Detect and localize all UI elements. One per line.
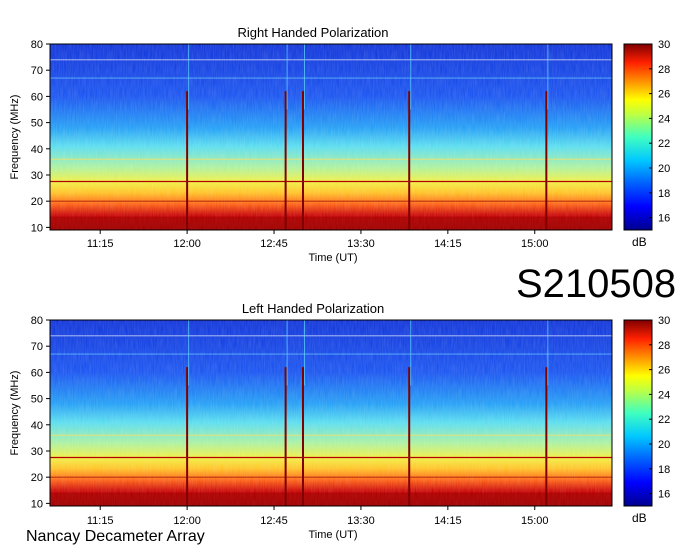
colorbar-tick-label: 30: [658, 315, 670, 327]
colorbar-tick-label: 30: [658, 39, 670, 51]
x-tick-label: 12:45: [260, 238, 288, 250]
y-tick-label: 30: [31, 446, 43, 458]
colorbar-unit: dB: [632, 511, 647, 525]
colorbar-tick-label: 24: [658, 389, 670, 401]
x-tick-label: 11:15: [87, 238, 114, 250]
y-tick-label: 80: [31, 315, 43, 327]
colorbar-tick-label: 26: [658, 365, 670, 377]
x-tick-label: 11:15: [87, 515, 114, 527]
x-tick-label: 15:00: [521, 238, 549, 250]
y-tick-label: 20: [31, 196, 43, 208]
colorbar-tick-label: 18: [658, 464, 670, 476]
y-tick-label: 60: [31, 91, 43, 103]
y-axis-label: Frequency (MHz): [9, 371, 21, 456]
x-tick-label: 12:00: [173, 515, 201, 527]
low-frequency-band: [50, 216, 612, 230]
y-tick-label: 60: [31, 367, 43, 379]
y-tick-label: 10: [31, 222, 43, 234]
y-tick-label: 50: [31, 118, 43, 130]
x-tick-label: 12:45: [260, 515, 288, 527]
colorbar-tick-label: 18: [658, 188, 670, 200]
colorbar-tick-label: 26: [658, 89, 670, 101]
instrument-label: Nancay Decameter Array: [26, 528, 205, 545]
colorbar-tick-label: 28: [658, 64, 670, 76]
colorbar-tick-label: 28: [658, 340, 670, 352]
y-tick-label: 20: [31, 472, 43, 484]
observation-id: S210508: [516, 262, 677, 306]
colorbar-tick-label: 24: [658, 113, 670, 125]
x-tick-label: 13:30: [347, 238, 375, 250]
left-polarization-panel: Left Handed Polarization 10 20 30 40 50 60 70 80…: [9, 301, 670, 541]
y-tick-label: 70: [31, 341, 43, 353]
colorbar-tick-label: 20: [658, 163, 670, 175]
low-frequency-band: [50, 492, 612, 506]
x-tick-label: 13:30: [347, 515, 375, 527]
chart-title: Right Handed Polarization: [237, 25, 388, 40]
y-tick-label: 10: [31, 498, 43, 510]
colorbar-tick-label: 22: [658, 138, 670, 150]
y-tick-label: 70: [31, 65, 43, 77]
colorbar: [623, 319, 653, 507]
colorbar: [623, 43, 653, 231]
x-tick-label: 12:00: [173, 238, 201, 250]
x-tick-label: 14:15: [434, 238, 462, 250]
colorbar-tick-label: 16: [658, 489, 670, 501]
y-tick-label: 30: [31, 170, 43, 182]
colorbar-tick-label: 20: [658, 439, 670, 451]
x-tick-label: 15:00: [521, 515, 549, 527]
colorbar-unit: dB: [632, 235, 647, 249]
y-tick-label: 80: [31, 39, 43, 51]
chart-title: Left Handed Polarization: [242, 301, 384, 316]
colorbar-tick-label: 22: [658, 414, 670, 426]
y-tick-label: 50: [31, 394, 43, 406]
x-axis-label: Time (UT): [308, 252, 357, 264]
y-tick-label: 40: [31, 144, 43, 156]
spectrogram-noise: [50, 44, 612, 230]
y-tick-label: 40: [31, 420, 43, 432]
right-polarization-panel: Right Handed Polarization 10 20 30 40 50 60 70 8…: [9, 25, 670, 264]
colorbar-tick-label: 16: [658, 213, 670, 225]
x-axis-label: Time (UT): [308, 529, 357, 541]
y-axis-label: Frequency (MHz): [9, 95, 21, 180]
x-tick-label: 14:15: [434, 515, 462, 527]
spectrogram-noise: [50, 320, 612, 506]
